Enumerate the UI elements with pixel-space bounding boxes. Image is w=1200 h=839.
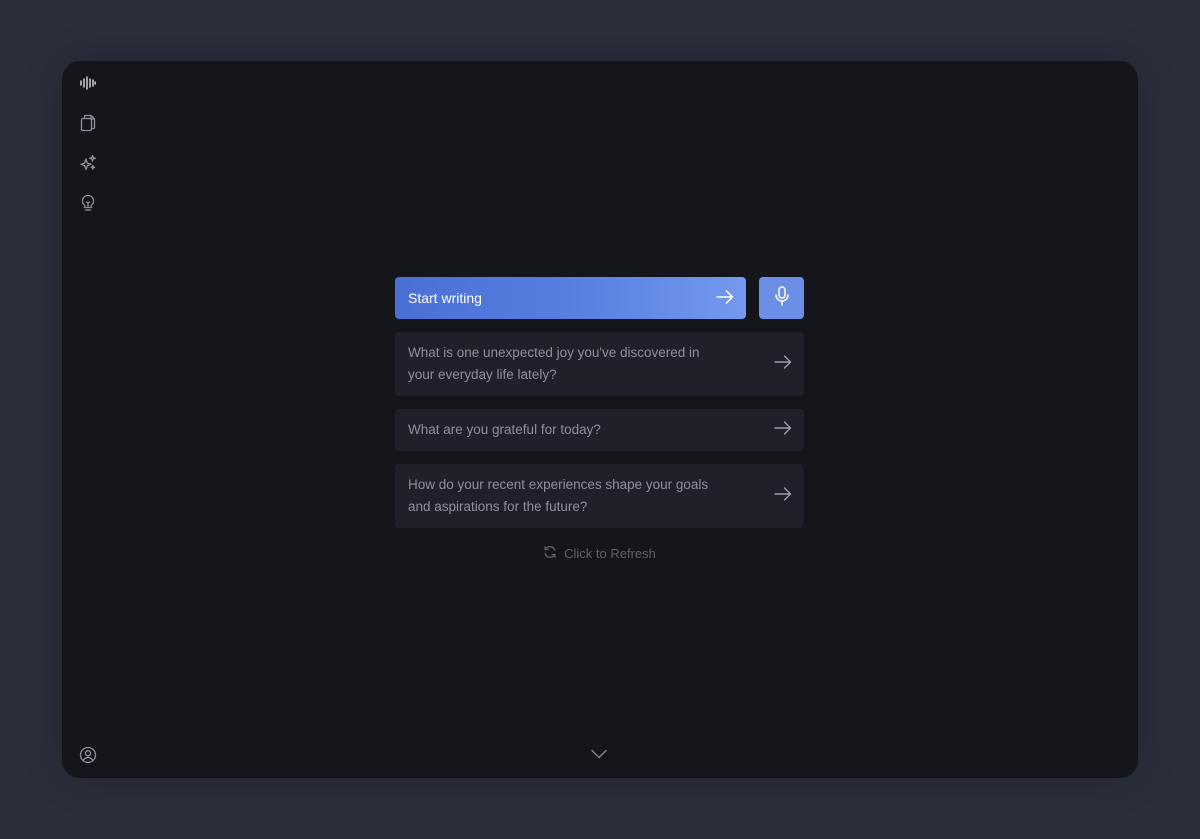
arrow-right-icon: [774, 420, 792, 440]
refresh-label: Click to Refresh: [564, 546, 656, 561]
waveform-icon[interactable]: [77, 72, 99, 94]
lightbulb-icon[interactable]: [77, 192, 99, 214]
refresh-button[interactable]: Click to Refresh: [395, 545, 804, 562]
app-window: Start writing What is one unexpected joy…: [62, 61, 1138, 778]
composer-row: Start writing: [395, 277, 804, 319]
prompt-card[interactable]: What are you grateful for today?: [395, 409, 804, 451]
chevron-down-icon[interactable]: [590, 747, 608, 765]
prompt-card[interactable]: How do your recent experiences shape you…: [395, 464, 804, 528]
sparkles-icon[interactable]: [77, 152, 99, 174]
arrow-right-icon: [774, 486, 792, 506]
microphone-button[interactable]: [759, 277, 804, 319]
start-writing-button[interactable]: Start writing: [395, 277, 746, 319]
documents-icon[interactable]: [77, 112, 99, 134]
user-circle-icon[interactable]: [77, 744, 99, 766]
prompt-text: What are you grateful for today?: [408, 421, 601, 437]
prompt-card[interactable]: What is one unexpected joy you've discov…: [395, 332, 804, 396]
sidebar: [62, 61, 114, 778]
arrow-right-icon: [716, 289, 734, 307]
arrow-right-icon: [774, 354, 792, 374]
refresh-icon: [543, 545, 557, 562]
prompt-text: What is one unexpected joy you've discov…: [408, 344, 700, 383]
microphone-icon: [774, 285, 789, 311]
prompt-panel: Start writing What is one unexpected joy…: [395, 277, 804, 562]
start-writing-label: Start writing: [408, 290, 482, 306]
prompt-text: How do your recent experiences shape you…: [408, 476, 709, 515]
